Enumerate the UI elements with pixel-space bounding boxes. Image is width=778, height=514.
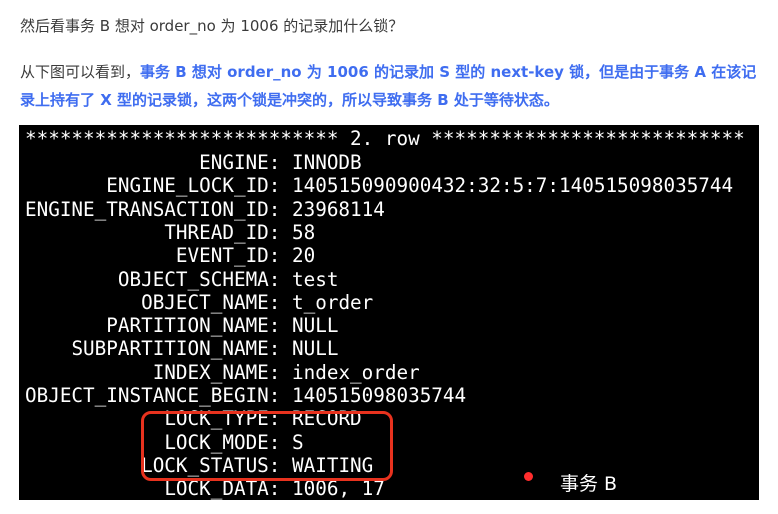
row-header: *************************** 2. row *****… <box>25 127 745 150</box>
field-value: 58 <box>292 220 316 244</box>
field-key: EVENT_ID <box>175 244 269 268</box>
field-separator: : <box>268 267 293 291</box>
field-key: ENGINE_TRANSACTION_ID <box>25 197 269 221</box>
field-separator: : <box>268 290 293 314</box>
explanation-prefix: 从下图可以看到， <box>20 63 141 81</box>
question-text: 然后看事务 B 想对 order_no 为 1006 的记录加什么锁？ <box>20 17 404 35</box>
field-value: test <box>292 267 339 291</box>
field-key: PARTITION_NAME <box>106 314 269 338</box>
lock-highlight-box <box>141 411 393 481</box>
explanation-paragraph: 从下图可以看到，事务 B 想对 order_no 为 1006 的记录加 S 型… <box>20 58 765 114</box>
field-separator: : <box>268 151 292 174</box>
field-row-subpartition-name: SUBPARTITION_NAME: NULL <box>25 337 338 361</box>
field-value: NULL <box>292 337 339 361</box>
field-key: INDEX_NAME <box>152 360 269 384</box>
field-row-engine-transaction-id: ENGINE_TRANSACTION_ID: 23968114 <box>25 198 385 222</box>
field-key: THREAD_ID <box>164 220 269 244</box>
field-key: ENGINE <box>199 151 269 174</box>
field-separator: : <box>268 360 293 384</box>
field-separator: : <box>268 384 292 407</box>
field-row-object-name: OBJECT_NAME: t_order <box>25 291 373 315</box>
field-row-index-name: INDEX_NAME: index_order <box>25 361 420 385</box>
field-separator: : <box>268 174 293 198</box>
field-value: 23968114 <box>292 197 385 221</box>
field-row-partition-name: PARTITION_NAME: NULL <box>25 314 338 338</box>
field-key: ENGINE_LOCK_ID <box>106 174 269 198</box>
field-key: OBJECT_SCHEMA <box>117 267 269 291</box>
field-separator: : <box>268 244 293 268</box>
field-value: 140515098035744 <box>292 384 467 407</box>
annotation-label: 事务 B <box>560 473 618 495</box>
field-separator: : <box>268 314 293 338</box>
field-row-engine-lock-id: ENGINE_LOCK_ID: 140515090900432:32:5:7:1… <box>25 174 733 198</box>
field-key: SUBPARTITION_NAME <box>71 337 269 361</box>
field-separator: : <box>268 337 292 361</box>
field-value: t_order <box>292 290 374 314</box>
field-separator: : <box>268 197 292 221</box>
terminal-screenshot: *************************** 2. row *****… <box>19 125 759 500</box>
field-row-thread-id: THREAD_ID: 58 <box>25 221 315 245</box>
field-value: 140515090900432:32:5:7:140515098035744 <box>292 174 734 198</box>
field-row-event-id: EVENT_ID: 20 <box>25 244 315 268</box>
field-value: 20 <box>292 244 316 268</box>
field-row-object-instance-begin: OBJECT_INSTANCE_BEGIN: 140515098035744 <box>25 384 466 408</box>
field-key: OBJECT_INSTANCE_BEGIN <box>25 384 269 407</box>
field-value: NULL <box>292 314 339 338</box>
annotation-dot <box>524 472 533 481</box>
field-row-object-schema: OBJECT_SCHEMA: test <box>25 267 339 292</box>
field-value: index_order <box>292 360 420 384</box>
field-value: INNODB <box>292 151 362 174</box>
field-row-engine: ENGINE: INNODB <box>25 151 362 175</box>
field-key: OBJECT_NAME <box>141 290 269 314</box>
field-separator: : <box>268 220 293 244</box>
